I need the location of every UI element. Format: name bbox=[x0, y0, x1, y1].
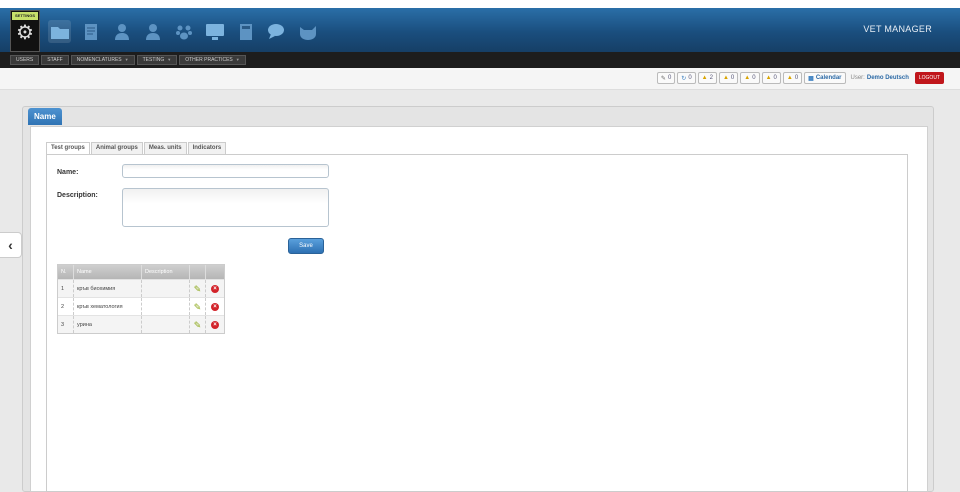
delete-icon[interactable]: × bbox=[211, 285, 219, 293]
cell-description bbox=[142, 316, 190, 333]
table-row[interactable]: 1 кръв биохимия ✎ × bbox=[58, 279, 224, 297]
alert-counter-3[interactable]: ▲ 0 bbox=[740, 72, 760, 84]
warning-icon: ▲ bbox=[722, 75, 729, 81]
edit-icon[interactable]: ✎ bbox=[190, 316, 206, 333]
alert-counter-1[interactable]: ▲ 2 bbox=[697, 72, 717, 84]
gear-icon: ⚙ bbox=[16, 22, 34, 44]
name-input[interactable] bbox=[122, 164, 329, 178]
nav-item-staff[interactable]: STAFF bbox=[41, 55, 69, 65]
nav-item-other-practices[interactable]: OTHER PRACTICES ▼ bbox=[179, 55, 246, 65]
column-header-edit bbox=[190, 265, 206, 279]
table-row[interactable]: 3 урина ✎ × bbox=[58, 315, 224, 333]
nav-item-label: NOMENCLATURES bbox=[76, 57, 122, 63]
tab-meas-units[interactable]: Meas. units bbox=[143, 142, 187, 154]
counter-value: 0 bbox=[730, 75, 735, 81]
nav-item-label: OTHER PRACTICES bbox=[185, 57, 233, 63]
app-title: VET MANAGER bbox=[863, 24, 932, 34]
alert-counter-2[interactable]: ▲ 0 bbox=[718, 72, 739, 84]
nav-item-label: TESTING bbox=[142, 57, 165, 63]
book-icon[interactable] bbox=[234, 20, 257, 43]
table-body: 1 кръв биохимия ✎ × 2 кръв хематология ✎… bbox=[58, 279, 224, 333]
panel-title: Name bbox=[28, 108, 62, 125]
cell-name: урина bbox=[74, 316, 142, 333]
app-header: SETTINGS ⚙ VET MANAGER bbox=[0, 8, 960, 52]
pet-icon[interactable] bbox=[296, 20, 319, 43]
cell-description bbox=[142, 280, 190, 297]
alert-counter-4[interactable]: ▲ 0 bbox=[761, 72, 781, 84]
logout-button[interactable]: LOGOUT bbox=[914, 72, 944, 84]
settings-module-button[interactable]: SETTINGS ⚙ bbox=[10, 10, 40, 52]
delete-icon[interactable]: × bbox=[211, 321, 219, 329]
tab-animal-groups[interactable]: Animal groups bbox=[90, 142, 143, 154]
cell-name: кръв биохимия bbox=[74, 280, 142, 297]
monitor-icon[interactable] bbox=[203, 20, 226, 43]
cell-no: 2 bbox=[58, 298, 74, 315]
table-row[interactable]: 2 кръв хематология ✎ × bbox=[58, 297, 224, 315]
table-header: N. Name Description bbox=[58, 265, 224, 279]
person-icon[interactable] bbox=[110, 20, 133, 43]
cell-description bbox=[142, 298, 190, 315]
cell-name: кръв хематология bbox=[74, 298, 142, 315]
nav-item-users[interactable]: USERS bbox=[10, 55, 40, 65]
alert-counter-5[interactable]: ▲ 0 bbox=[782, 72, 803, 84]
chat-icon[interactable] bbox=[265, 20, 288, 43]
edit-icon: ✎ bbox=[660, 75, 666, 82]
column-header-name[interactable]: Name bbox=[74, 265, 142, 279]
counter-value: 0 bbox=[773, 75, 777, 81]
cell-no: 3 bbox=[58, 316, 74, 333]
refresh-counter[interactable]: ↻ 0 bbox=[677, 72, 696, 84]
delete-icon[interactable]: × bbox=[211, 303, 219, 311]
dropdown-arrow-icon: ▼ bbox=[235, 57, 240, 62]
counter-value: 2 bbox=[709, 75, 713, 81]
edit-icon[interactable]: ✎ bbox=[190, 298, 206, 315]
person-alt-icon[interactable] bbox=[141, 20, 164, 43]
description-label: Description: bbox=[57, 192, 98, 199]
calendar-label: Calendar bbox=[815, 75, 842, 81]
paw-icon[interactable] bbox=[172, 20, 195, 43]
module-icons bbox=[48, 20, 319, 44]
collapse-sidebar-button[interactable]: ‹ bbox=[0, 232, 22, 258]
counter-value: 0 bbox=[752, 75, 756, 81]
save-button[interactable]: Save bbox=[288, 238, 324, 254]
counter-value: 0 bbox=[667, 75, 672, 81]
cell-no: 1 bbox=[58, 280, 74, 297]
nav-item-label: STAFF bbox=[47, 57, 63, 63]
name-label: Name: bbox=[57, 169, 79, 176]
counter-value: 0 bbox=[794, 75, 799, 81]
warning-icon: ▲ bbox=[786, 75, 793, 81]
column-header-description[interactable]: Description bbox=[142, 265, 190, 279]
status-toolbar: ✎ 0 ↻ 0 ▲ 2 ▲ 0 ▲ 0 ▲ 0 ▲ 0 ▦ Calendar User: Dem… bbox=[0, 68, 960, 90]
counter-value: 0 bbox=[688, 75, 692, 81]
settings-label: SETTINGS bbox=[12, 12, 38, 20]
edit-icon[interactable]: ✎ bbox=[190, 280, 206, 297]
refresh-icon: ↻ bbox=[681, 75, 687, 82]
warning-icon: ▲ bbox=[744, 75, 751, 81]
nav-item-nomenclatures[interactable]: NOMENCLATURES ▼ bbox=[70, 55, 135, 65]
calendar-icon: ▦ bbox=[808, 75, 814, 82]
description-input[interactable] bbox=[122, 188, 329, 227]
calendar-button[interactable]: ▦ Calendar bbox=[804, 72, 846, 84]
user-label: User: bbox=[850, 75, 865, 81]
chevron-left-icon: ‹ bbox=[8, 237, 13, 253]
main-nav: USERS STAFF NOMENCLATURES ▼ TESTING ▼ OTHE… bbox=[0, 52, 960, 68]
test-groups-table: N. Name Description 1 кръв биохимия ✎ × … bbox=[57, 264, 225, 334]
document-icon[interactable] bbox=[79, 20, 102, 43]
column-header-no[interactable]: N. bbox=[58, 265, 74, 279]
nav-item-label: USERS bbox=[16, 57, 34, 63]
dropdown-arrow-icon: ▼ bbox=[124, 57, 129, 62]
warning-icon: ▲ bbox=[701, 75, 708, 81]
folder-icon[interactable] bbox=[48, 20, 71, 43]
dropdown-arrow-icon: ▼ bbox=[167, 57, 172, 62]
tab-indicators[interactable]: Indicators bbox=[187, 142, 227, 154]
notes-counter[interactable]: ✎ 0 bbox=[656, 72, 676, 84]
nav-item-testing[interactable]: TESTING ▼ bbox=[136, 55, 178, 65]
warning-icon: ▲ bbox=[765, 75, 772, 81]
user-name[interactable]: Demo Deutsch bbox=[867, 75, 909, 81]
browser-strip bbox=[0, 0, 960, 8]
column-header-delete bbox=[206, 265, 224, 279]
